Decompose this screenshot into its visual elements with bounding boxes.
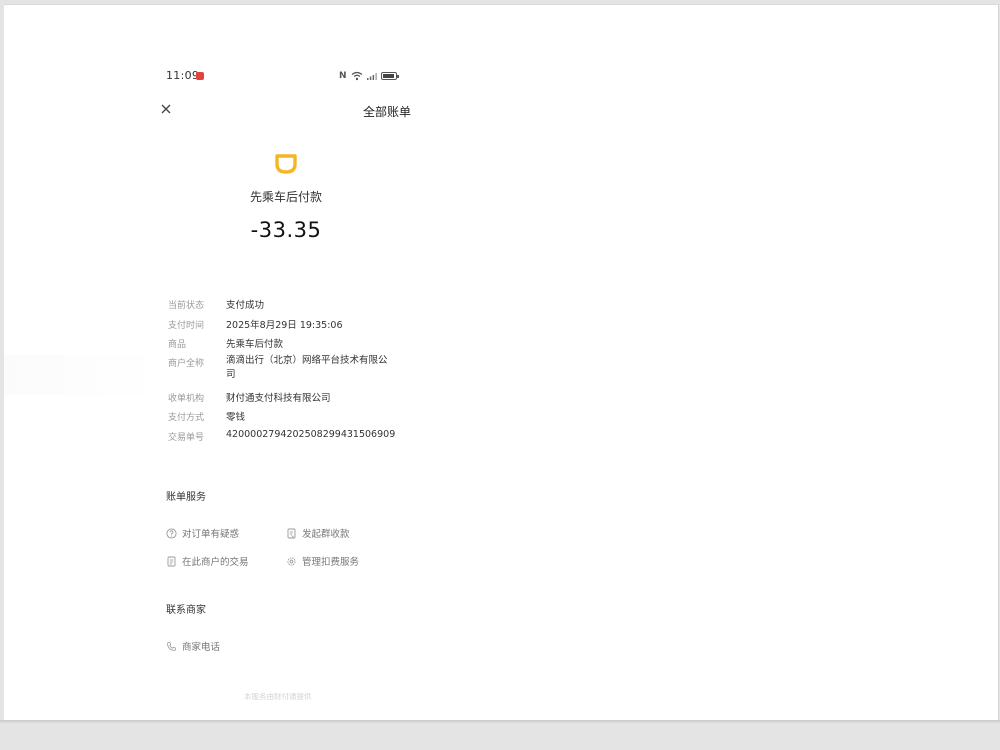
detail-value-pay-time: 2025年8月29日 19:35:06: [226, 320, 343, 331]
notification-badge-icon: [196, 72, 204, 80]
group-receipt-icon: [287, 528, 296, 538]
page-edge-shadow: [0, 720, 1000, 724]
battery-icon: [380, 72, 399, 80]
detail-label-status: 当前状态: [168, 301, 205, 311]
service-manage-deduction[interactable]: 管理扣费服务: [286, 554, 359, 568]
service-merchant-transactions[interactable]: 在此商户的交易: [166, 554, 249, 568]
bill-amount: -33.35: [250, 218, 322, 242]
section-title-bill-services: 账单服务: [166, 492, 206, 503]
scan-artifact: [4, 355, 164, 395]
status-icons: N: [339, 71, 399, 81]
detail-value-acquirer: 财付通支付科技有限公司: [226, 393, 331, 404]
service-label-order-question: 对订单有疑惑: [182, 529, 240, 540]
merchant-phone-link[interactable]: 商家电话: [166, 639, 220, 653]
service-label-manage-deduction: 管理扣费服务: [302, 557, 360, 568]
detail-label-product: 商品: [168, 340, 187, 350]
detail-value-product: 先乘车后付款: [226, 339, 284, 350]
detail-value-merchant-full-name: 滴滴出行（北京）网络平台技术有限公司: [226, 355, 388, 380]
detail-value-pay-method: 零钱: [226, 412, 246, 423]
merchant-phone-label: 商家电话: [182, 642, 221, 653]
service-group-receipt[interactable]: 发起群收款: [286, 526, 350, 540]
signal-icon: [366, 73, 377, 80]
question-circle-icon: [166, 527, 177, 539]
gear-icon: [287, 556, 296, 566]
merchant-name: 先乘车后付款: [249, 190, 322, 204]
status-time: 11:09: [166, 69, 200, 82]
document-icon: [167, 556, 176, 566]
detail-value-transaction-id[interactable]: 4200002794202508299431506909: [226, 429, 395, 440]
detail-label-transaction-id: 交易单号: [168, 433, 205, 443]
service-order-question[interactable]: 对订单有疑惑: [166, 526, 239, 540]
wifi-icon: [351, 71, 362, 81]
service-label-group-receipt: 发起群收款: [302, 529, 350, 540]
detail-label-acquirer: 收单机构: [168, 394, 205, 404]
page-title: 全部账单: [362, 105, 411, 119]
detail-label-pay-time: 支付时间: [168, 321, 205, 331]
section-title-contact-merchant: 联系商家: [166, 605, 206, 616]
scanned-page: 11:09 N 全部账单 先乘车后付款 -33.35 当前状态 支付成功 支付时…: [4, 4, 999, 721]
detail-value-status: 支付成功: [226, 300, 265, 311]
detail-label-pay-method: 支付方式: [168, 413, 205, 423]
didi-logo-icon: [275, 154, 297, 174]
detail-label-merchant-full-name: 商户全称: [168, 359, 205, 369]
nfc-icon: N: [339, 71, 347, 81]
close-icon[interactable]: [158, 101, 174, 117]
footer-provider-text: 本服务由财付通提供: [244, 692, 312, 701]
phone-icon: [167, 641, 176, 651]
service-label-merchant-transactions: 在此商户的交易: [182, 557, 249, 568]
